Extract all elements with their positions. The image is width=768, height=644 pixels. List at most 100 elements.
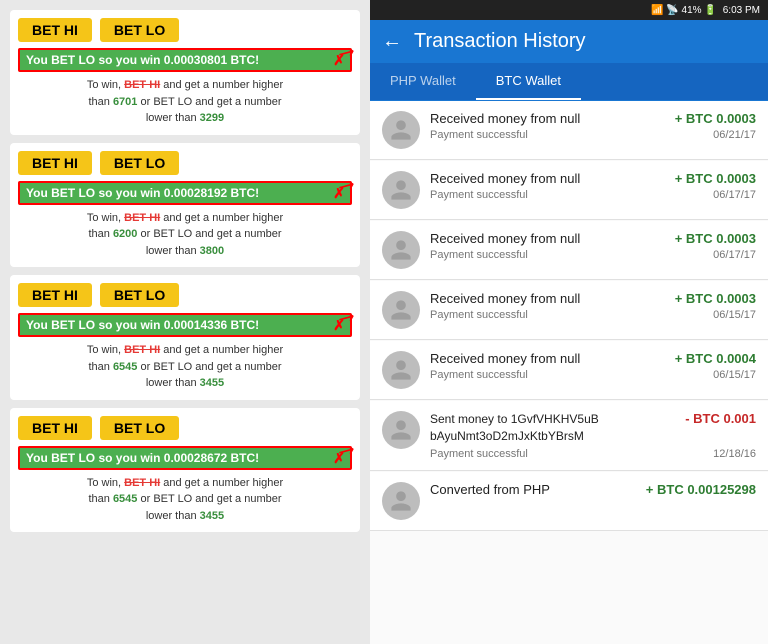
tx-amount-1: + BTC 0.0003 (675, 171, 756, 186)
tx-avatar-5 (382, 411, 420, 449)
transaction-item-1[interactable]: Received money from null + BTC 0.0003 Pa… (370, 161, 768, 220)
tx-title-2: Received money from null (430, 231, 675, 246)
tx-top-4: Received money from null + BTC 0.0004 (430, 351, 756, 366)
tx-content-1: Received money from null + BTC 0.0003 Pa… (430, 171, 756, 201)
hi-number-2: 6545 (113, 361, 137, 373)
bet-lo-button-0[interactable]: BET LO (100, 18, 179, 42)
win-banner-0: You BET LO so you win 0.00030801 BTC! (18, 48, 352, 72)
tx-date-2: 06/17/17 (713, 249, 756, 261)
hi-number-1: 6200 (113, 228, 137, 240)
tx-amount-3: + BTC 0.0003 (675, 291, 756, 306)
left-panel: BET HI BET LO You BET LO so you win 0.00… (0, 0, 370, 644)
back-button[interactable]: ← (382, 30, 402, 53)
lo-number-0: 3299 (200, 112, 224, 124)
tx-top-5: Sent money to 1GvfVHKHV5uBbAyuNmt3oD2mJx… (430, 411, 756, 445)
win-banner-1: You BET LO so you win 0.00028192 BTC! (18, 181, 352, 205)
transaction-item-5[interactable]: Sent money to 1GvfVHKHV5uBbAyuNmt3oD2mJx… (370, 401, 768, 471)
bet-card-0: BET HI BET LO You BET LO so you win 0.00… (10, 10, 360, 135)
tx-amount-5: - BTC 0.001 (685, 411, 756, 426)
tx-content-0: Received money from null + BTC 0.0003 Pa… (430, 111, 756, 141)
tx-title-1: Received money from null (430, 171, 675, 186)
tx-status-5: Payment successful (430, 448, 528, 460)
win-banner-2: You BET LO so you win 0.00014336 BTC! (18, 313, 352, 337)
tx-amount-0: + BTC 0.0003 (675, 111, 756, 126)
tx-amount-6: + BTC 0.00125298 (646, 482, 756, 497)
tx-status-4: Payment successful (430, 369, 528, 381)
lo-number-2: 3455 (200, 377, 224, 389)
wallet-tabs: PHP WalletBTC Wallet (370, 63, 768, 101)
transaction-item-2[interactable]: Received money from null + BTC 0.0003 Pa… (370, 221, 768, 280)
transaction-item-4[interactable]: Received money from null + BTC 0.0004 Pa… (370, 341, 768, 400)
tx-date-1: 06/17/17 (713, 189, 756, 201)
bet-hi-button-0[interactable]: BET HI (18, 18, 92, 42)
tx-date-4: 06/15/17 (713, 369, 756, 381)
page-title: Transaction History (414, 30, 586, 53)
bet-buttons-0: BET HI BET LO (18, 18, 352, 42)
tx-amount-2: + BTC 0.0003 (675, 231, 756, 246)
tx-avatar-0 (382, 111, 420, 149)
transaction-item-3[interactable]: Received money from null + BTC 0.0003 Pa… (370, 281, 768, 340)
tx-top-0: Received money from null + BTC 0.0003 (430, 111, 756, 126)
tx-date-0: 06/21/17 (713, 129, 756, 141)
tx-title-6: Converted from PHP (430, 482, 646, 497)
bet-buttons-1: BET HI BET LO (18, 151, 352, 175)
transactions-list[interactable]: Received money from null + BTC 0.0003 Pa… (370, 101, 768, 644)
bet-info-1: To win, BET HI and get a number higher t… (18, 210, 352, 260)
win-banner-3: You BET LO so you win 0.00028672 BTC! (18, 446, 352, 470)
lo-number-1: 3800 (200, 245, 224, 257)
tx-title-5: Sent money to 1GvfVHKHV5uBbAyuNmt3oD2mJx… (430, 411, 599, 445)
bet-hi-button-1[interactable]: BET HI (18, 151, 92, 175)
tx-avatar-1 (382, 171, 420, 209)
hi-number-0: 6701 (113, 96, 137, 108)
tx-content-4: Received money from null + BTC 0.0004 Pa… (430, 351, 756, 381)
tx-status-0: Payment successful (430, 129, 528, 141)
tx-top-1: Received money from null + BTC 0.0003 (430, 171, 756, 186)
tx-content-2: Received money from null + BTC 0.0003 Pa… (430, 231, 756, 261)
tx-content-3: Received money from null + BTC 0.0003 Pa… (430, 291, 756, 321)
tx-title-3: Received money from null (430, 291, 675, 306)
lo-number-3: 3455 (200, 510, 224, 522)
tx-bottom-4: Payment successful 06/15/17 (430, 369, 756, 381)
tx-status-3: Payment successful (430, 309, 528, 321)
bet-info-0: To win, BET HI and get a number higher t… (18, 77, 352, 127)
tx-title-0: Received money from null (430, 111, 675, 126)
transaction-item-6[interactable]: Converted from PHP + BTC 0.00125298 (370, 472, 768, 531)
wallet-tab-0[interactable]: PHP Wallet (370, 63, 476, 100)
right-panel: 📶 📡 41% 🔋 6:03 PM ← Transaction History … (370, 0, 768, 644)
tx-avatar-2 (382, 231, 420, 269)
tx-bottom-2: Payment successful 06/17/17 (430, 249, 756, 261)
tx-top-2: Received money from null + BTC 0.0003 (430, 231, 756, 246)
bet-card-3: BET HI BET LO You BET LO so you win 0.00… (10, 408, 360, 533)
tx-date-5: 12/18/16 (713, 448, 756, 460)
bet-hi-label-3: BET HI (124, 477, 160, 489)
tx-title-4: Received money from null (430, 351, 675, 366)
bet-hi-label-0: BET HI (124, 79, 160, 91)
tx-amount-4: + BTC 0.0004 (675, 351, 756, 366)
tx-bottom-3: Payment successful 06/15/17 (430, 309, 756, 321)
bet-card-1: BET HI BET LO You BET LO so you win 0.00… (10, 143, 360, 268)
bet-info-3: To win, BET HI and get a number higher t… (18, 475, 352, 525)
wallet-tab-1[interactable]: BTC Wallet (476, 63, 581, 100)
bet-lo-button-1[interactable]: BET LO (100, 151, 179, 175)
tx-avatar-3 (382, 291, 420, 329)
bet-hi-label-2: BET HI (124, 344, 160, 356)
bet-hi-button-3[interactable]: BET HI (18, 416, 92, 440)
bet-lo-button-2[interactable]: BET LO (100, 283, 179, 307)
tx-status-2: Payment successful (430, 249, 528, 261)
bet-card-2: BET HI BET LO You BET LO so you win 0.00… (10, 275, 360, 400)
tx-bottom-0: Payment successful 06/21/17 (430, 129, 756, 141)
tx-bottom-5: Payment successful 12/18/16 (430, 448, 756, 460)
status-time: 6:03 PM (723, 5, 760, 16)
bet-lo-button-3[interactable]: BET LO (100, 416, 179, 440)
bet-hi-button-2[interactable]: BET HI (18, 283, 92, 307)
tx-top-6: Converted from PHP + BTC 0.00125298 (430, 482, 756, 497)
status-icons: 📶 📡 41% 🔋 (651, 5, 717, 16)
tx-avatar-6 (382, 482, 420, 520)
bet-info-2: To win, BET HI and get a number higher t… (18, 342, 352, 392)
tx-bottom-1: Payment successful 06/17/17 (430, 189, 756, 201)
tx-top-3: Received money from null + BTC 0.0003 (430, 291, 756, 306)
transaction-item-0[interactable]: Received money from null + BTC 0.0003 Pa… (370, 101, 768, 160)
hi-number-3: 6545 (113, 493, 137, 505)
tx-date-3: 06/15/17 (713, 309, 756, 321)
bet-buttons-2: BET HI BET LO (18, 283, 352, 307)
